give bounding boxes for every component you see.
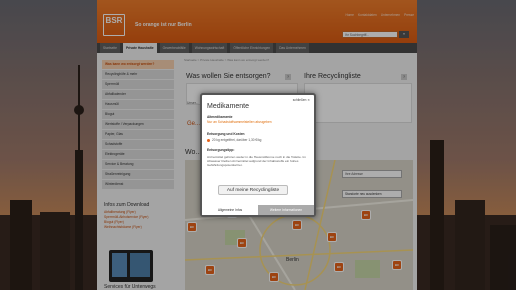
tip-text: Arzneimittel gehören weder in die Hausmü… (207, 155, 306, 168)
dialog-warning: Nur an Schadstoffsammelstellen abzugeben (207, 120, 272, 124)
close-button[interactable]: schließen ✕ (293, 98, 310, 102)
dialog-subtitle: Altmedikamente (207, 115, 233, 119)
tab-general-info[interactable]: Allgemeine Infos (202, 205, 258, 215)
dialog-title: Medikamente (207, 103, 250, 110)
item-info-dialog: schließen ✕ Medikamente Altmedikamente N… (200, 93, 316, 217)
add-to-recycling-list-button[interactable]: Auf meine Recyclingliste (218, 185, 288, 195)
close-icon: ✕ (307, 98, 310, 102)
bullet-icon (207, 138, 210, 142)
tip-heading: Entsorgungstipp: (207, 148, 235, 152)
cost-row: 20 kg entgeltfrei, darüber 1,30 €/kg (207, 138, 261, 142)
cost-heading: Entsorgung und Kosten (207, 132, 245, 136)
cost-text: 20 kg entgeltfrei, darüber 1,30 €/kg (212, 138, 262, 142)
tab-more-info[interactable]: Weitere Informationen (258, 205, 314, 215)
dialog-tabs: Allgemeine Infos Weitere Informationen (202, 205, 314, 215)
